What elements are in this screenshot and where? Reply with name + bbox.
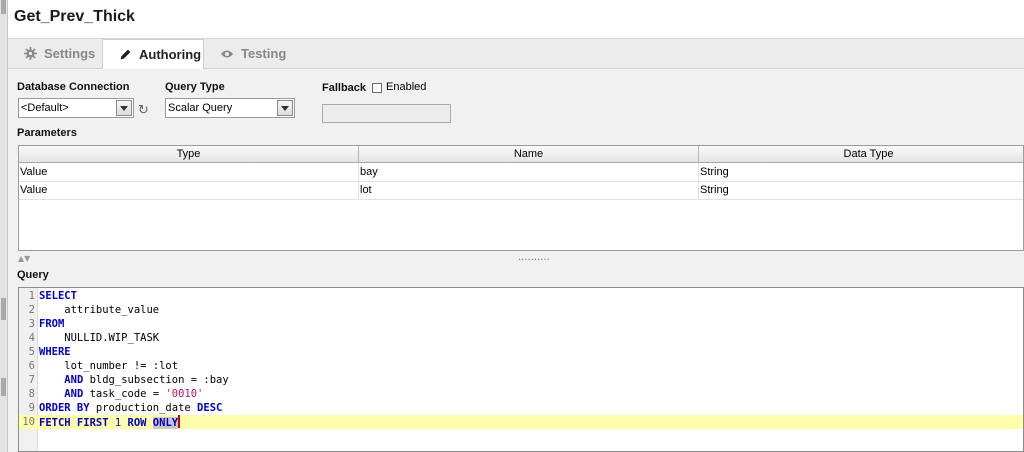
code-token: DESC xyxy=(197,402,223,414)
tab-testing[interactable]: Testing xyxy=(204,39,300,68)
code-text: SELECT xyxy=(39,289,77,303)
code-text: AND bldg_subsection = :bay xyxy=(39,373,229,387)
code-line[interactable]: 9 ORDER BY production_date DESC xyxy=(19,401,1023,415)
table-cell: lot xyxy=(359,181,699,199)
tab-label: Testing xyxy=(241,46,287,61)
code-token: NULLID.WIP_TASK xyxy=(39,332,160,344)
line-number: 6 xyxy=(28,360,35,372)
code-line[interactable]: 3 FROM xyxy=(19,317,1023,331)
code-token: ROW xyxy=(121,417,153,429)
database-connection-value: <Default> xyxy=(21,102,69,114)
tab-authoring[interactable]: Authoring xyxy=(102,39,204,69)
code-line[interactable]: 10 FETCH FIRST 1 ROW ONLY xyxy=(19,415,1023,430)
line-number: 2 xyxy=(28,304,35,316)
code-token: ONLY xyxy=(152,417,179,429)
tab-bar: Settings Authoring Testing xyxy=(8,39,1024,69)
code-line[interactable]: 4 NULLID.WIP_TASK xyxy=(19,331,1023,345)
left-edge-panel xyxy=(0,0,8,452)
left-edge-marker xyxy=(1,0,6,14)
parameters-label: Parameters xyxy=(17,127,77,139)
authoring-panel: Database Connection <Default> ↻ Query Ty… xyxy=(8,69,1024,452)
code-line[interactable]: 6 lot_number != :lot xyxy=(19,359,1023,373)
line-number: 7 xyxy=(28,374,35,386)
enabled-label: Enabled xyxy=(386,81,427,93)
code-token: AND xyxy=(64,388,84,400)
left-edge-marker xyxy=(1,298,6,320)
code-token: SELECT xyxy=(39,290,77,302)
query-type-value: Scalar Query xyxy=(168,102,233,114)
left-edge-marker xyxy=(1,378,6,396)
code-token: FROM xyxy=(39,318,65,330)
chevron-down-icon[interactable] xyxy=(116,100,132,116)
code-token: attribute_value xyxy=(39,304,160,316)
code-token: FETCH FIRST xyxy=(39,417,115,429)
tab-label: Settings xyxy=(44,46,96,61)
splitter-grip[interactable]: ·········· xyxy=(518,255,550,266)
code-line[interactable]: 1 SELECT xyxy=(19,289,1023,303)
code-token: AND xyxy=(64,374,84,386)
line-number: 8 xyxy=(28,388,35,400)
column-header-name[interactable]: Name xyxy=(359,146,699,162)
code-token: task_code = xyxy=(83,388,166,400)
line-number: 10 xyxy=(22,416,35,428)
code-text: lot_number != :lot xyxy=(39,359,178,373)
code-token: ORDER BY xyxy=(39,402,90,414)
table-cell: String xyxy=(699,163,1023,181)
table-cell: String xyxy=(699,181,1023,199)
table-cell: bay xyxy=(359,163,699,181)
code-text: FETCH FIRST 1 ROW ONLY xyxy=(39,415,181,430)
table-header: Type Name Data Type xyxy=(19,146,1023,163)
code-token: WHERE xyxy=(39,346,71,358)
page-title: Get_Prev_Thick xyxy=(14,8,135,25)
code-text: AND task_code = '0010' xyxy=(39,387,203,401)
table-cell: Value xyxy=(19,181,359,199)
eye-icon xyxy=(220,48,234,60)
line-number: 9 xyxy=(28,402,35,414)
code-token: lot_number != :lot xyxy=(39,360,179,372)
code-text: WHERE xyxy=(39,345,71,359)
table-row[interactable]: Value bay String xyxy=(19,163,1023,182)
code-text: attribute_value xyxy=(39,303,159,317)
chevron-down-icon[interactable] xyxy=(277,100,293,116)
code-line[interactable]: 2 attribute_value xyxy=(19,303,1023,317)
tab-label: Authoring xyxy=(139,47,202,62)
column-header-type[interactable]: Type xyxy=(19,146,359,162)
splitter[interactable]: ▲▼ ·········· xyxy=(18,254,1024,266)
refresh-icon[interactable]: ↻ xyxy=(138,103,149,118)
fallback-label: Fallback xyxy=(322,82,367,94)
text-caret xyxy=(178,415,181,428)
query-type-label: Query Type xyxy=(165,81,225,93)
table-cell: Value xyxy=(19,163,359,181)
enabled-checkbox[interactable] xyxy=(372,83,382,93)
line-number: 5 xyxy=(28,346,35,358)
code-text: ORDER BY production_date DESC xyxy=(39,401,222,415)
line-number: 4 xyxy=(28,332,35,344)
query-editor[interactable]: 1 SELECT 2 attribute_value 3 FROM 4 NULLID.WI… xyxy=(18,287,1024,452)
query-type-dropdown[interactable]: Scalar Query xyxy=(165,98,295,118)
title-bar: Get_Prev_Thick xyxy=(8,0,1024,39)
code-token: production_date xyxy=(89,402,198,414)
column-header-data-type[interactable]: Data Type xyxy=(699,146,1023,162)
pencil-icon xyxy=(119,48,132,61)
collapse-arrows-icon[interactable]: ▲▼ xyxy=(18,254,30,263)
code-text: FROM xyxy=(39,317,64,331)
line-number: 1 xyxy=(28,290,35,302)
code-token: '0010' xyxy=(165,388,204,400)
tab-settings[interactable]: Settings xyxy=(8,39,102,68)
code-line[interactable]: 5 WHERE xyxy=(19,345,1023,359)
code-line[interactable]: 7 AND bldg_subsection = :bay xyxy=(19,373,1023,387)
database-connection-dropdown[interactable]: <Default> xyxy=(18,98,134,118)
code-token: bldg_subsection = :bay xyxy=(83,374,229,386)
database-connection-label: Database Connection xyxy=(17,81,130,93)
query-label: Query xyxy=(17,269,49,281)
parameters-table: Type Name Data Type Value bay String Val… xyxy=(18,145,1024,251)
table-row[interactable]: Value lot String xyxy=(19,181,1023,200)
fallback-value-field[interactable] xyxy=(322,104,451,123)
code-line[interactable]: 8 AND task_code = '0010' xyxy=(19,387,1023,401)
gear-icon xyxy=(24,47,37,60)
line-number: 3 xyxy=(28,318,35,330)
code-text: NULLID.WIP_TASK xyxy=(39,331,159,345)
